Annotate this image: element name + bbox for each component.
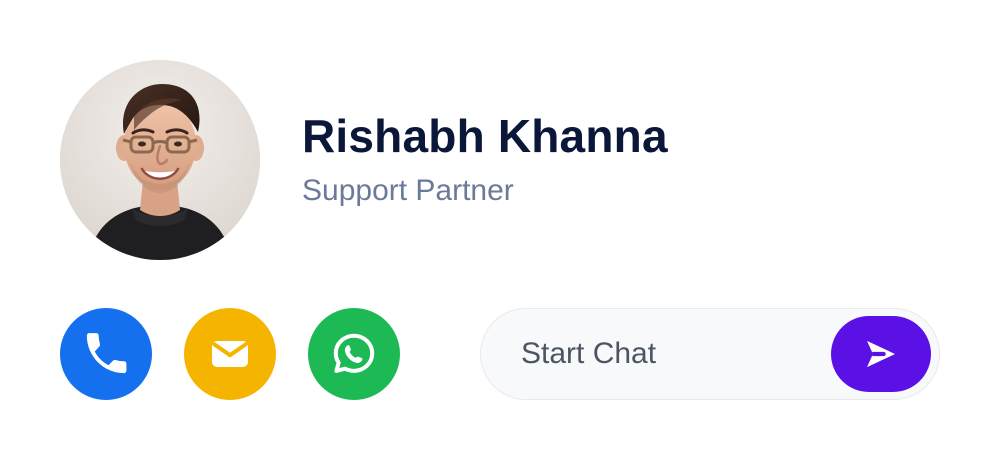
send-arrow-icon — [867, 340, 895, 368]
phone-icon — [86, 333, 127, 374]
contact-card: Rishabh Khanna Support Partner Start Cha… — [0, 0, 1000, 460]
email-button[interactable] — [184, 308, 276, 400]
contact-role: Support Partner — [302, 174, 514, 208]
identity-block: Rishabh Khanna Support Partner — [302, 111, 668, 208]
person-avatar-photo-icon — [60, 60, 260, 260]
profile-section: Rishabh Khanna Support Partner — [60, 60, 668, 260]
whatsapp-icon — [333, 333, 375, 373]
avatar — [60, 60, 260, 260]
call-button[interactable] — [60, 308, 152, 400]
start-chat-bar[interactable]: Start Chat — [480, 308, 940, 400]
send-button[interactable] — [831, 316, 931, 392]
mail-icon — [212, 341, 248, 367]
contact-name: Rishabh Khanna — [302, 110, 668, 163]
start-chat-label: Start Chat — [521, 337, 657, 370]
quick-actions — [60, 308, 400, 400]
whatsapp-button[interactable] — [308, 308, 400, 400]
